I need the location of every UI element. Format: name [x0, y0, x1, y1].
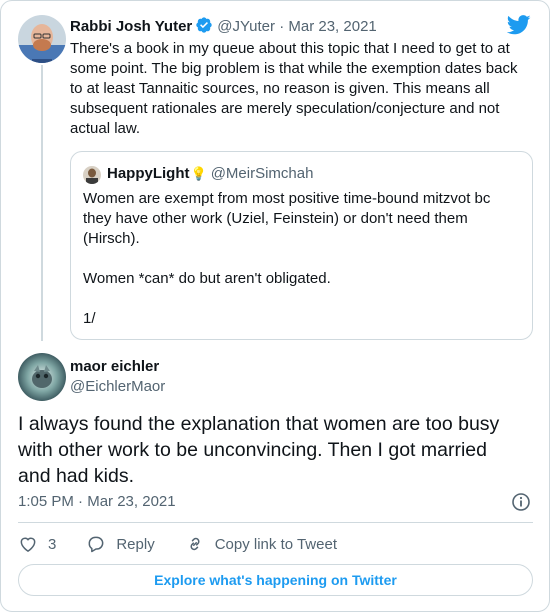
explore-label: Explore what's happening on Twitter: [154, 572, 397, 588]
lightbulb-icon: 💡: [190, 166, 207, 181]
quoted-tweet-text: Women are exempt from most positive time…: [83, 189, 519, 329]
main-avatar[interactable]: [18, 353, 66, 401]
parent-text-line: There's a book in my queue about this to…: [70, 40, 510, 57]
heart-icon: [20, 537, 36, 552]
tweet-time: 1:05 PM: [18, 493, 74, 510]
main-tweet-text: I always found the explanation that wome…: [18, 411, 528, 489]
main-display-name[interactable]: maor eichler: [70, 357, 165, 377]
quoted-display-name: HappyLight: [107, 165, 190, 182]
parent-tweet-text: There's a book in my queue about this to…: [70, 39, 532, 139]
reply-button[interactable]: Reply: [86, 534, 155, 554]
parent-handle[interactable]: @JYuter: [217, 18, 275, 35]
quoted-text-line: (Hirsch).: [83, 230, 140, 247]
parent-text-line: actual law.: [70, 120, 141, 137]
twitter-bird-icon[interactable]: [506, 15, 531, 35]
main-tweet-header: maor eichler @EichlerMaor: [70, 357, 165, 397]
parent-avatar[interactable]: [18, 15, 66, 63]
quoted-text-line: 1/: [83, 310, 96, 327]
parent-date[interactable]: Mar 23, 2021: [288, 18, 376, 35]
copy-link-label: Copy link to Tweet: [214, 535, 337, 553]
main-handle[interactable]: @EichlerMaor: [70, 377, 165, 397]
main-text-line: I always found the explanation that wome…: [18, 413, 500, 435]
quoted-text-spacer: [83, 289, 519, 309]
like-button[interactable]: 3: [18, 534, 56, 554]
quoted-text-line: they have other work (Uziel, Feinstein) …: [83, 210, 468, 227]
like-count: 3: [48, 535, 57, 553]
quoted-tweet-header: HappyLight💡 @MeirSimchah: [83, 164, 313, 184]
timestamp-separator: ·: [78, 493, 84, 510]
action-bar: 3 Reply Copy link to Tweet: [18, 532, 367, 556]
quoted-handle: @MeirSimchah: [210, 165, 314, 182]
reply-icon: [88, 536, 104, 553]
embedded-tweet-card: Rabbi Josh Yuter @JYuter · Mar 23, 2021 T…: [0, 0, 550, 612]
reply-label: Reply: [116, 535, 155, 553]
quoted-text-spacer: [83, 249, 519, 269]
link-icon: [190, 537, 200, 551]
quoted-text-line: Women are exempt from most positive time…: [83, 190, 491, 207]
parent-text-line: some point. The big problem is that whil…: [70, 60, 518, 77]
divider: [18, 522, 533, 523]
tweet-timestamp[interactable]: 1:05 PM · Mar 23, 2021: [18, 492, 176, 512]
tweet-date: Mar 23, 2021: [87, 493, 176, 510]
parent-tweet-header: Rabbi Josh Yuter @JYuter · Mar 23, 2021: [70, 16, 377, 37]
parent-text-line: subsequent rationales are merely specula…: [70, 100, 500, 117]
copy-link-button[interactable]: Copy link to Tweet: [185, 534, 337, 554]
parent-display-name[interactable]: Rabbi Josh Yuter: [70, 18, 192, 35]
quoted-tweet[interactable]: HappyLight💡 @MeirSimchah Women are exempt…: [70, 151, 533, 340]
verified-badge-icon: [195, 16, 213, 34]
quoted-text-line: Women *can* do but aren't obligated.: [83, 270, 331, 287]
main-text-line: with other work to be unconvincing. Then…: [18, 439, 487, 461]
info-icon[interactable]: [511, 492, 531, 512]
parent-text-line: to at least Tannaitic sources, no reason…: [70, 80, 490, 97]
thread-connector-line: [41, 65, 43, 341]
explore-twitter-button[interactable]: Explore what's happening on Twitter: [18, 564, 533, 596]
main-text-line: and had kids.: [18, 465, 135, 487]
header-separator: ·: [279, 18, 285, 35]
